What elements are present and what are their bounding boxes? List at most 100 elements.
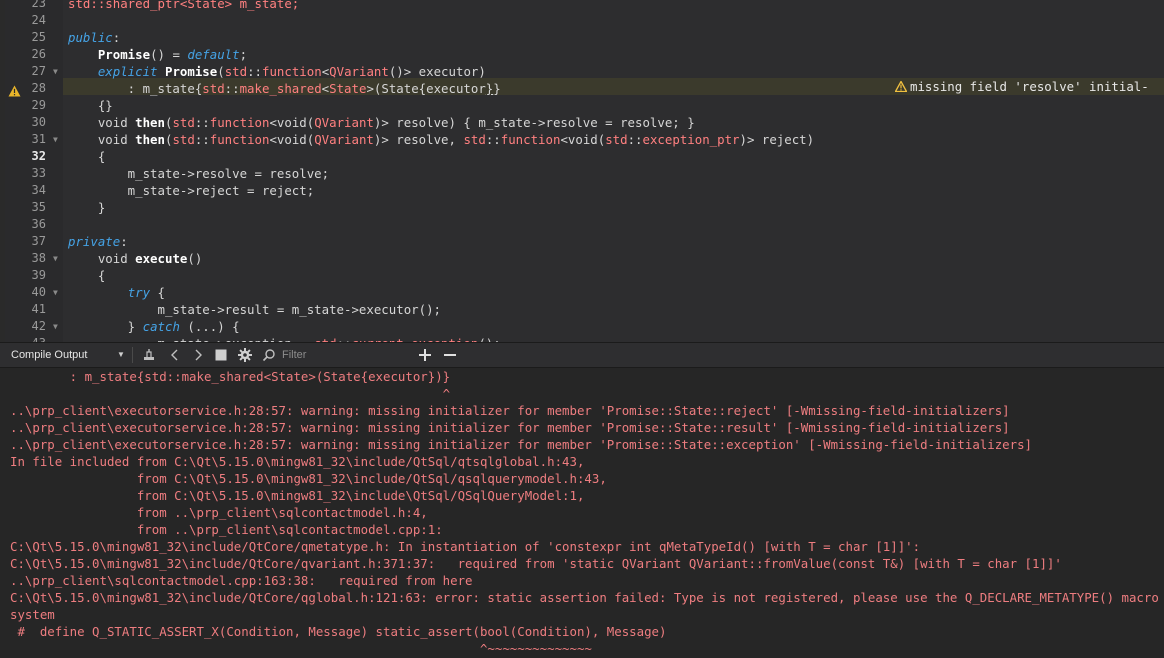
code-line[interactable]: private: [68,233,128,250]
zoom-in-button[interactable] [416,346,434,364]
code-line[interactable]: m_state->resolve = resolve; [68,165,329,182]
code-line[interactable]: m_state->exception = std::current_except… [68,335,501,342]
code-token: :: [194,132,210,147]
output-line[interactable]: from C:\Qt\5.15.0\mingw81_32\include\QtS… [10,487,585,504]
code-token: std::shared_ptr<State> m_state; [68,0,300,11]
code-line[interactable]: { [68,267,105,284]
line-number[interactable]: 43 [5,335,46,342]
code-token: void [68,115,136,130]
code-token: Promise [97,47,151,62]
output-line[interactable]: ^~~~~~~~~~~~~~~ [10,640,592,657]
line-number[interactable]: 26 [5,46,46,63]
fold-toggle-icon[interactable]: ▼ [53,131,61,148]
output-line[interactable]: In file included from C:\Qt\5.15.0\mingw… [10,453,584,470]
code-token: std [605,132,628,147]
code-editor[interactable]: 23 24 25 26 27 ▼ 28 29 30 31 ▼ 32 33 34 35 36 37 38 ▼ 39 40 ▼… [0,0,1164,342]
line-number[interactable]: 37 [5,233,46,250]
output-line[interactable]: ..\prp_client\executorservice.h:28:57: w… [10,402,1010,419]
fold-toggle-icon[interactable]: ▼ [53,284,61,301]
output-line[interactable]: ..\prp_client\sqlcontactmodel.cpp:163:38… [10,572,473,589]
code-token: std [202,81,225,96]
line-number[interactable]: 40 [5,284,46,301]
line-number[interactable]: 42 [5,318,46,335]
code-line[interactable]: } [68,199,105,216]
line-number[interactable]: 39 [5,267,46,284]
output-line[interactable]: ..\prp_client\executorservice.h:28:57: w… [10,436,1032,453]
code-token: State [329,81,367,96]
fold-toggle-icon[interactable]: ▼ [53,63,61,80]
code-line[interactable]: void then(std::function<void(QVariant)> … [68,131,814,148]
toolbar-divider [132,347,133,363]
code-line[interactable]: void execute() [68,250,202,267]
output-line[interactable]: from ..\prp_client\sqlcontactmodel.cpp:1… [10,521,443,538]
output-line[interactable]: # define Q_STATIC_ASSERT_X(Condition, Me… [10,623,666,640]
line-number[interactable]: 31 [5,131,46,148]
code-token: } [68,200,106,215]
line-number[interactable]: 36 [5,216,46,233]
output-line[interactable]: C:\Qt\5.15.0\mingw81_32\include/QtCore/q… [10,589,1164,606]
line-number[interactable]: 25 [5,29,46,46]
line-number[interactable]: 35 [5,199,46,216]
compile-output-text[interactable]: : m_state{std::make_shared<State>(State{… [0,368,1164,658]
line-number[interactable]: 38 [5,250,46,267]
code-line[interactable]: Promise() = default; [68,46,247,63]
code-line[interactable]: explicit Promise(std::function<QVariant(… [68,63,486,80]
code-token: std [463,132,486,147]
output-line[interactable]: ^ [10,385,450,402]
code-token: )> resolve, [373,132,464,147]
code-line[interactable]: std::shared_ptr<State> m_state; [68,0,299,12]
settings-button[interactable] [236,346,254,364]
line-number-gutter[interactable]: 23 24 25 26 27 ▼ 28 29 30 31 ▼ 32 33 34 35 36 37 38 ▼ 39 40 ▼… [5,0,63,342]
line-number[interactable]: 32 [5,148,46,165]
fold-toggle-icon[interactable]: ▼ [53,318,61,335]
line-number[interactable]: 23 [5,0,46,12]
line-number[interactable]: 34 [5,182,46,199]
output-line[interactable]: system [10,606,55,623]
clear-output-button[interactable] [140,346,158,364]
code-line[interactable]: : m_state{std::make_shared<State>(State{… [68,80,501,97]
output-line[interactable]: C:\Qt\5.15.0\mingw81_32\include/QtCore/q… [10,555,1062,572]
output-pane-selector[interactable]: Compile Output [11,343,87,367]
line-number[interactable]: 24 [5,12,46,29]
code-line[interactable]: } catch (...) { [68,318,240,335]
output-line[interactable]: from C:\Qt\5.15.0\mingw81_32\include/QtS… [10,470,607,487]
line-number[interactable]: 30 [5,114,46,131]
line-number[interactable]: 33 [5,165,46,182]
code-line[interactable]: m_state->reject = reject; [68,182,315,199]
output-line[interactable]: ..\prp_client\executorservice.h:28:57: w… [10,419,1010,436]
zoom-out-button[interactable] [441,346,459,364]
code-line[interactable]: m_state->result = m_state->executor(); [68,301,441,318]
code-token: { [68,149,106,164]
code-token: std [172,132,195,147]
code-line[interactable]: try { [68,284,165,301]
code-line[interactable]: public: [68,29,120,46]
chevron-down-icon[interactable]: ▼ [117,343,125,367]
output-line[interactable]: : m_state{std::make_shared<State>(State{… [10,368,450,385]
code-token: then [135,132,165,147]
code-line[interactable]: { [68,148,105,165]
output-pane-toolbar: Compile Output ▼ [0,342,1164,368]
line-number[interactable]: 29 [5,97,46,114]
code-area[interactable]: missing field 'resolve' initial- std::sh… [63,0,1164,342]
filter-search-icon-button[interactable] [260,346,278,364]
inline-warning[interactable]: missing field 'resolve' initial- [895,78,1149,95]
code-token: :: [194,115,210,130]
filter-input[interactable] [282,347,402,363]
fold-toggle-icon[interactable]: ▼ [53,250,61,267]
code-token: } [493,81,501,96]
output-line[interactable]: C:\Qt\5.15.0\mingw81_32\include/QtCore/q… [10,538,920,555]
gear-icon [238,348,252,362]
line-number[interactable]: 41 [5,301,46,318]
code-line[interactable]: void then(std::function<void(QVariant)> … [68,114,695,131]
output-line[interactable]: from ..\prp_client\sqlcontactmodel.h:4, [10,504,428,521]
stop-button[interactable] [212,346,230,364]
code-token: } [68,319,143,334]
code-token: void [68,251,136,266]
code-line[interactable]: {} [68,97,113,114]
previous-item-button[interactable] [166,346,184,364]
code-token: : [120,234,128,249]
next-item-button[interactable] [189,346,207,364]
line-number[interactable]: 27 [5,63,46,80]
